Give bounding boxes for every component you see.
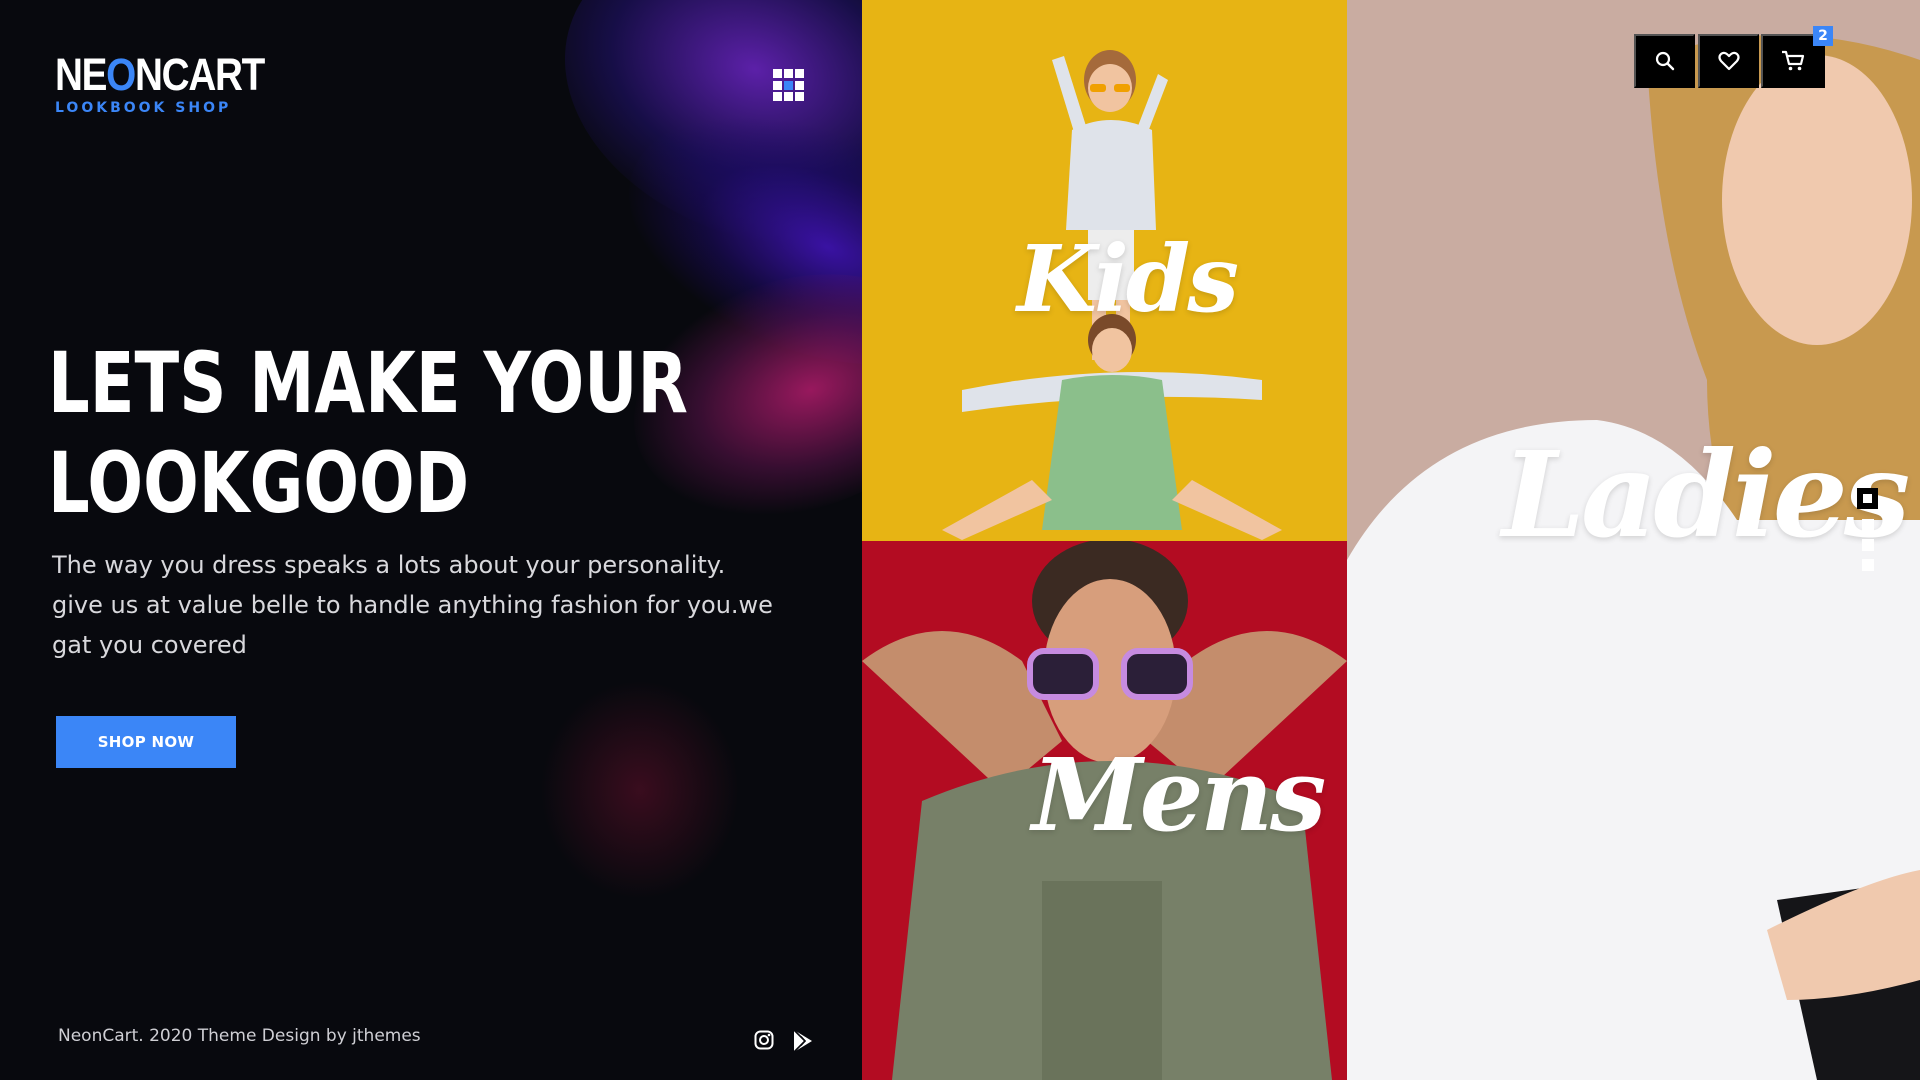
search-icon bbox=[1655, 51, 1674, 71]
grid-menu-icon[interactable] bbox=[773, 69, 805, 102]
footer-credit: NeonCart. 2020 Theme Design by jthemes bbox=[58, 1026, 421, 1046]
instagram-icon[interactable] bbox=[754, 1030, 774, 1050]
hero-panel: NEONCART LOOKBOOK SHOP LETS MAKE YOUR LO… bbox=[0, 0, 862, 1080]
slider-dot-4[interactable] bbox=[1861, 559, 1874, 571]
google-play-icon[interactable] bbox=[792, 1029, 814, 1053]
hero-headline: LETS MAKE YOUR LOOKGOOD bbox=[48, 334, 688, 532]
kids-photo bbox=[942, 314, 1282, 540]
category-ladies[interactable]: Ladies bbox=[1347, 0, 1920, 1080]
logo-tagline: LOOKBOOK SHOP bbox=[55, 100, 232, 116]
search-button[interactable] bbox=[1634, 34, 1695, 88]
heart-icon bbox=[1717, 51, 1740, 71]
category-label-ladies: Ladies bbox=[1502, 425, 1910, 564]
category-label-mens: Mens bbox=[1032, 736, 1326, 854]
cart-icon bbox=[1782, 50, 1805, 71]
logo-wordmark: NEONCART bbox=[55, 49, 265, 100]
site-logo[interactable]: NEONCART LOOKBOOK SHOP bbox=[55, 52, 298, 116]
category-mens[interactable]: Mens bbox=[862, 541, 1347, 1080]
slider-dot-3[interactable] bbox=[1861, 539, 1874, 551]
hero-description: The way you dress speaks a lots about yo… bbox=[52, 551, 773, 659]
cart-count-badge: 2 bbox=[1813, 26, 1833, 46]
wishlist-button[interactable] bbox=[1698, 34, 1759, 88]
slider-dot-1[interactable] bbox=[1857, 488, 1878, 509]
category-kids[interactable]: Kids bbox=[862, 0, 1347, 541]
slider-dot-2[interactable] bbox=[1861, 519, 1874, 531]
shop-now-button[interactable]: SHOP NOW bbox=[56, 716, 236, 768]
category-label-kids: Kids bbox=[1017, 225, 1239, 333]
neon-decoration bbox=[540, 680, 740, 900]
slider-pagination bbox=[1857, 488, 1878, 579]
